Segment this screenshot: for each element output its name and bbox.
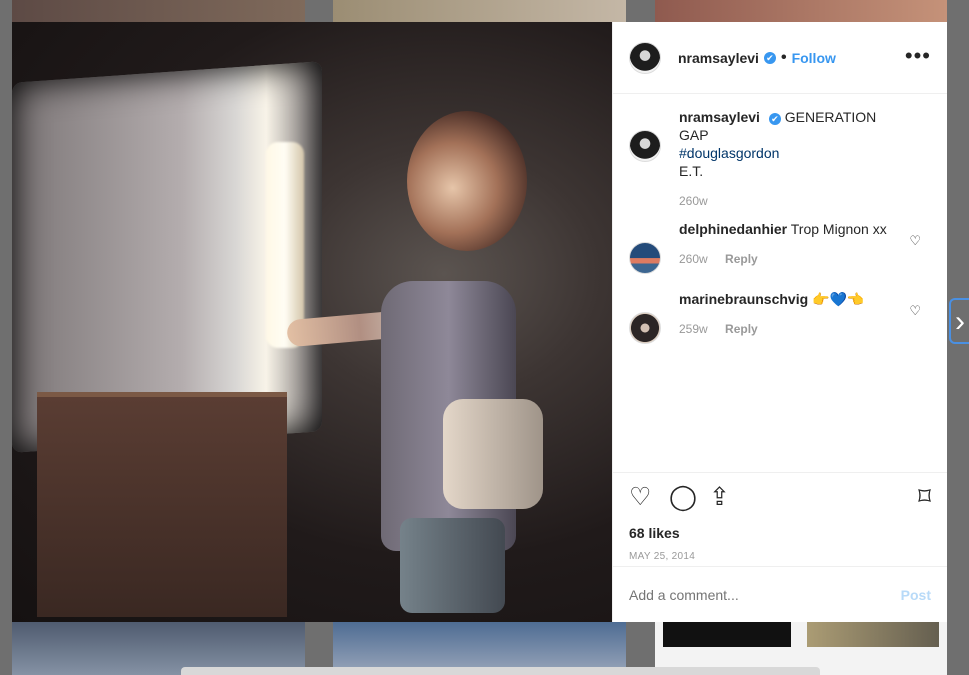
post-date[interactable]: MAY 25, 2014 [629, 551, 931, 562]
system-dock[interactable] [181, 667, 820, 675]
child-figure [286, 111, 555, 613]
comment-meta: 260w [679, 194, 904, 208]
avatar[interactable] [629, 130, 661, 162]
likes-count[interactable]: 68 likes [629, 525, 931, 541]
child-legs [400, 518, 505, 613]
caption-comment: nramsaylevi ✔ GENERATION GAP #douglasgor… [629, 108, 931, 208]
verified-icon: ✔ [763, 51, 776, 64]
background-thumbnail[interactable] [655, 0, 947, 22]
comment-box: Post [613, 566, 947, 622]
next-post-button[interactable]: › [949, 298, 969, 344]
comment-input[interactable] [629, 586, 879, 603]
caption-extra-text: E.T. [679, 163, 704, 179]
comment-icon[interactable]: ◯ [669, 483, 697, 511]
child-head [407, 111, 527, 251]
avatar[interactable] [629, 41, 661, 74]
save-icon[interactable]: ⌑ [918, 483, 931, 511]
action-icons-row: ♡ ◯ ⇪ ⌑ [629, 483, 931, 513]
monitor-screen [266, 142, 304, 348]
comment-body: marinebraunschvig 👉💙👈 259w Reply [679, 290, 904, 344]
heart-icon[interactable]: ♡ [909, 303, 921, 319]
follow-button[interactable]: Follow [792, 50, 836, 66]
comment-username[interactable]: delphinedanhier [679, 221, 787, 237]
hashtag-link[interactable]: #douglasgordon [679, 145, 779, 161]
post-modal: nramsaylevi ✔ • Follow ••• nramsaylevi ✔… [12, 22, 947, 622]
background-thumbnail[interactable] [12, 0, 305, 22]
avatar[interactable] [629, 242, 661, 274]
reply-button[interactable]: Reply [725, 252, 758, 266]
separator-dot: • [780, 48, 787, 66]
child-sleeve [443, 399, 543, 509]
post-actions: ♡ ◯ ⇪ ⌑ 68 likes MAY 25, 2014 [613, 472, 947, 566]
comment-item: delphinedanhier Trop Mignon xx 260w Repl… [629, 220, 931, 274]
comment-meta: 260w Reply [679, 252, 904, 266]
caption-text: nramsaylevi ✔ GENERATION GAP #douglasgor… [679, 108, 904, 180]
avatar[interactable] [629, 312, 661, 344]
background-thumbnail[interactable] [333, 0, 626, 22]
caption-username[interactable]: nramsaylevi [679, 109, 760, 125]
comment-text: delphinedanhier Trop Mignon xx [679, 220, 904, 238]
share-icon[interactable]: ⇪ [709, 483, 730, 511]
comment-text: marinebraunschvig 👉💙👈 [679, 290, 904, 308]
post-header: nramsaylevi ✔ • Follow ••• [613, 22, 947, 94]
reply-button[interactable]: Reply [725, 322, 758, 336]
thumbnail-image [663, 622, 791, 647]
verified-icon: ✔ [768, 113, 781, 125]
crate [37, 392, 287, 617]
comment-message: 👉💙👈 [812, 291, 865, 307]
post-sidebar: nramsaylevi ✔ • Follow ••• nramsaylevi ✔… [612, 22, 947, 622]
comment-age[interactable]: 259w [679, 322, 708, 336]
comment-age[interactable]: 260w [679, 252, 708, 266]
like-icon[interactable]: ♡ [629, 483, 651, 511]
comment-age[interactable]: 260w [679, 194, 708, 208]
comment-item: marinebraunschvig 👉💙👈 259w Reply ♡ [629, 290, 931, 344]
comment-meta: 259w Reply [679, 322, 904, 336]
comment-message: Trop Mignon xx [790, 221, 887, 237]
post-photo[interactable] [12, 22, 612, 622]
comment-body: nramsaylevi ✔ GENERATION GAP #douglasgor… [679, 108, 904, 208]
heart-icon[interactable]: ♡ [909, 233, 921, 249]
comments-list[interactable]: nramsaylevi ✔ GENERATION GAP #douglasgor… [613, 94, 947, 472]
more-options-icon[interactable]: ••• [905, 43, 931, 69]
comment-body: delphinedanhier Trop Mignon xx 260w Repl… [679, 220, 904, 274]
post-username[interactable]: nramsaylevi [678, 50, 759, 66]
post-comment-button[interactable]: Post [901, 587, 931, 603]
thumbnail-image [807, 622, 939, 647]
comment-username[interactable]: marinebraunschvig [679, 291, 808, 307]
